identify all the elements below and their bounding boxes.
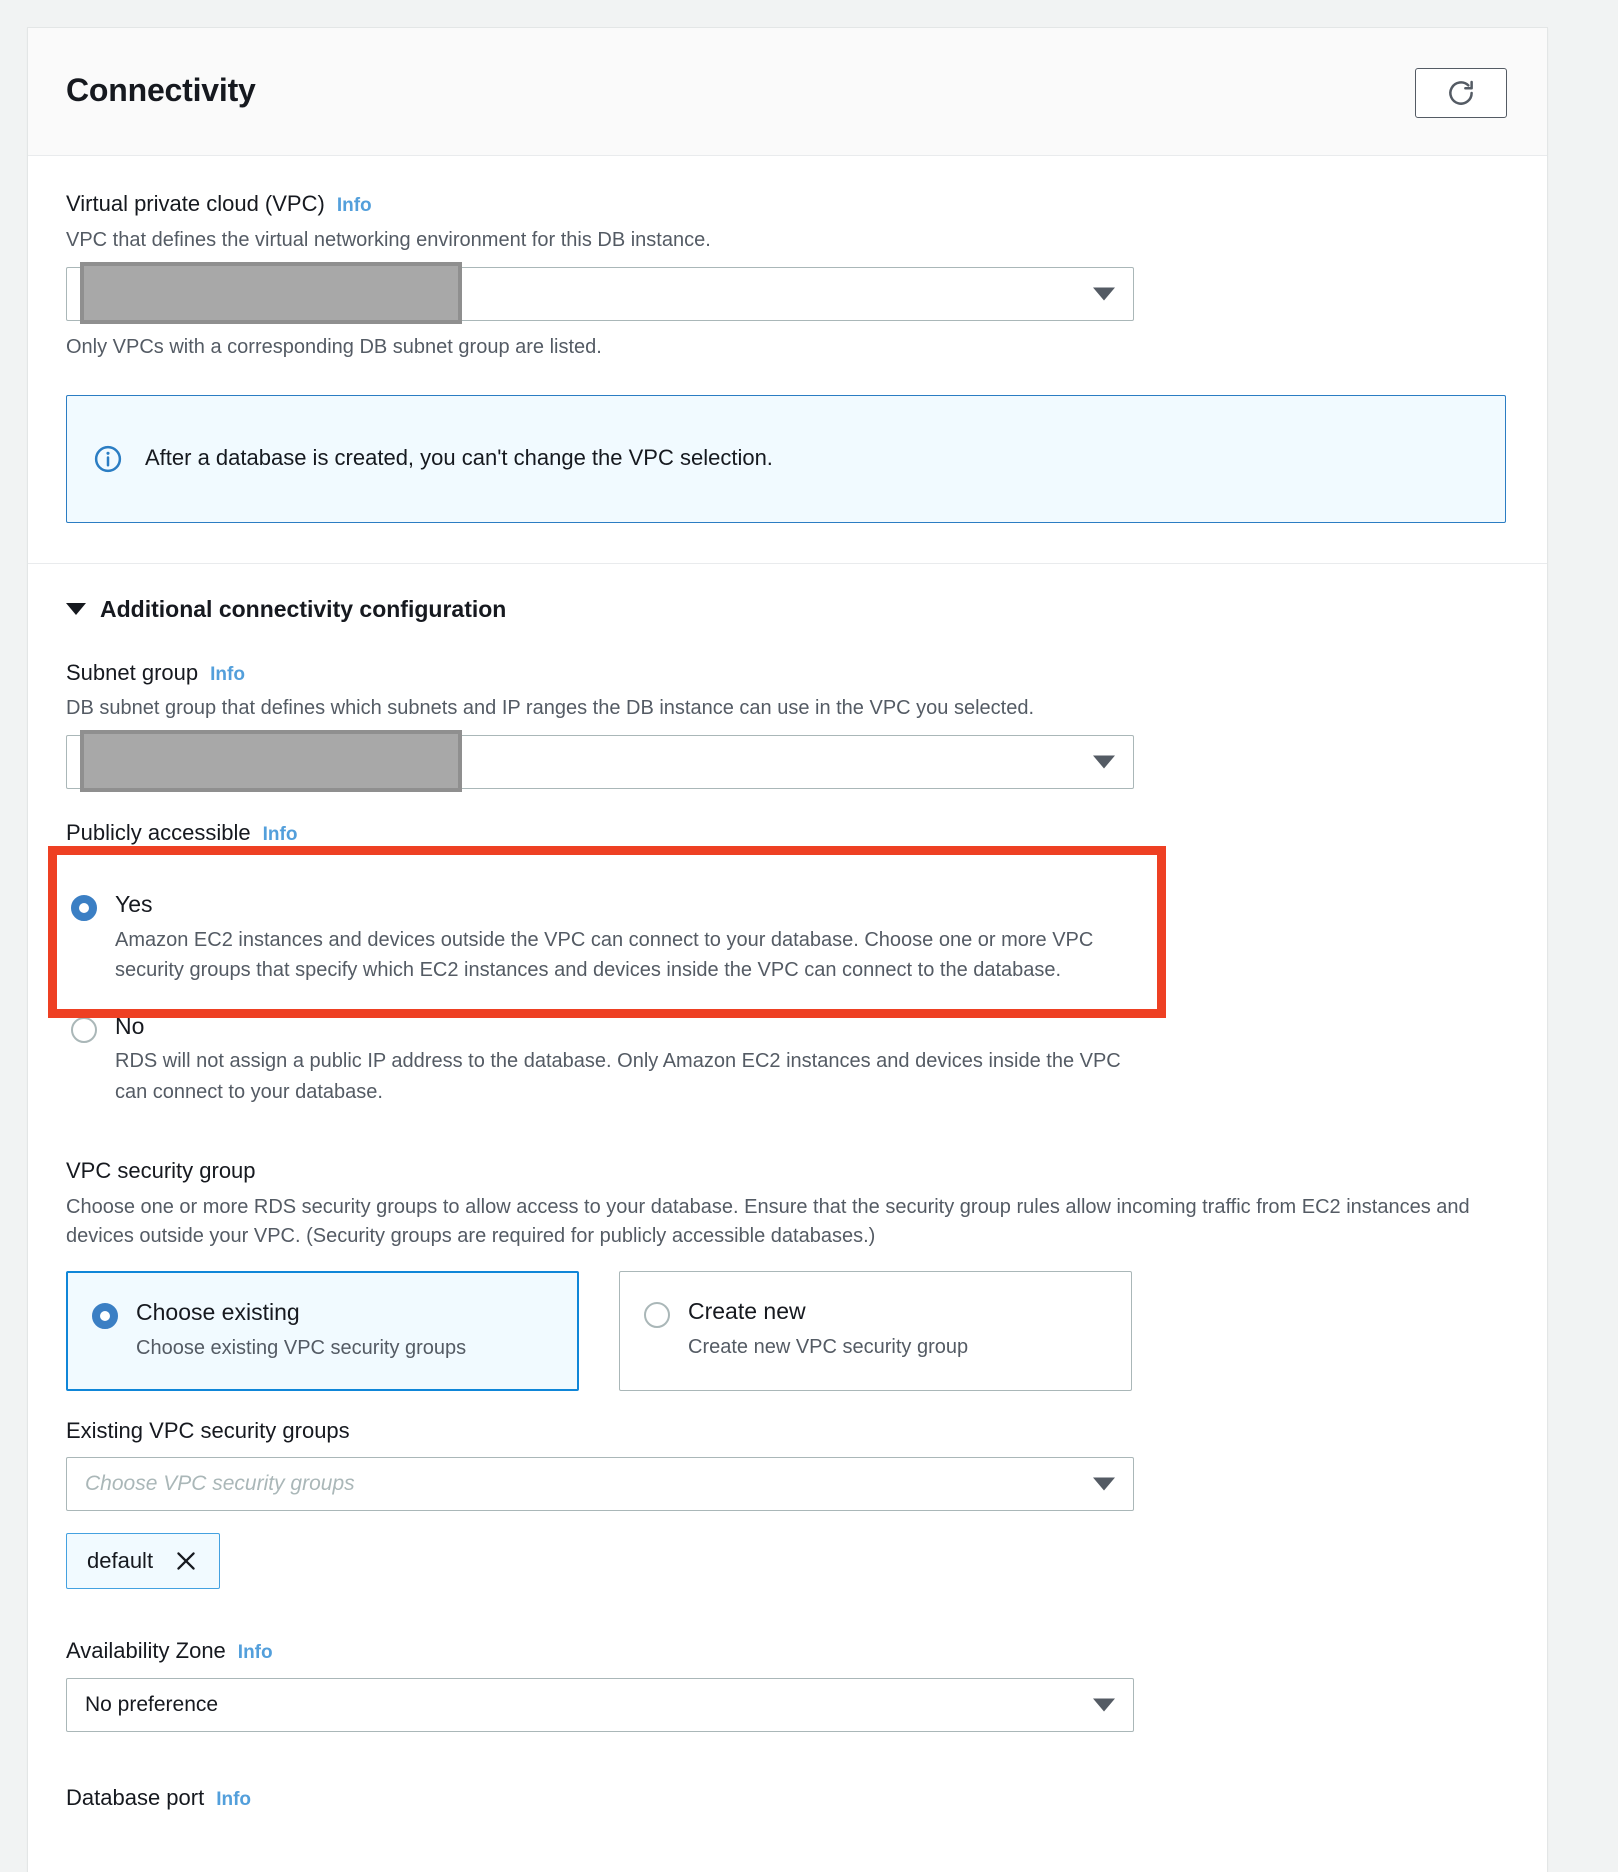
info-circle-icon	[93, 444, 123, 474]
publicly-accessible-field: Publicly accessible Info Yes Amazon EC2 …	[48, 819, 1509, 1108]
subnet-group-redaction-overlay	[80, 730, 462, 793]
vpc-security-group-description: Choose one or more RDS security groups t…	[66, 1195, 1470, 1247]
publicly-accessible-label-row: Publicly accessible Info	[66, 819, 1509, 848]
vpc-alert-text: After a database is created, you can't c…	[145, 445, 773, 471]
availability-zone-value: No preference	[85, 1693, 219, 1716]
vpc-security-group-field: VPC security group Choose one or more RD…	[66, 1157, 1509, 1391]
refresh-icon	[1446, 78, 1476, 108]
vpc-security-group-label: VPC security group	[66, 1158, 256, 1184]
additional-connectivity-heading: Additional connectivity configuration	[100, 595, 507, 622]
database-port-info-link[interactable]: Info	[216, 1788, 251, 1813]
availability-zone-select[interactable]: No preference	[66, 1678, 1134, 1732]
vpc-security-group-tiles: Choose existing Choose existing VPC secu…	[66, 1270, 1509, 1391]
vpc-section: Virtual private cloud (VPC) Info VPC tha…	[28, 156, 1547, 564]
selected-security-group-tokens: default	[66, 1533, 1509, 1590]
vpc-info-alert: After a database is created, you can't c…	[66, 394, 1506, 523]
chevron-down-icon	[66, 603, 86, 616]
chevron-down-icon	[1093, 755, 1115, 769]
radio-no-description: RDS will not assign a public IP address …	[115, 1050, 1121, 1103]
radio-no[interactable]	[71, 1016, 97, 1043]
availability-zone-info-link[interactable]: Info	[238, 1641, 273, 1666]
existing-security-groups-label-row: Existing VPC security groups	[66, 1417, 1509, 1446]
subnet-group-description: DB subnet group that defines which subne…	[66, 697, 1035, 720]
token-default-label: default	[87, 1548, 154, 1574]
radio-no-label: No	[115, 1012, 145, 1039]
subnet-group-info-link[interactable]: Info	[210, 663, 245, 688]
subnet-group-field: Subnet group Info DB subnet group that d…	[66, 659, 1509, 793]
connectivity-panel: Connectivity Virtual private cloud (VPC)…	[27, 27, 1548, 1872]
publicly-accessible-info-link[interactable]: Info	[263, 823, 298, 848]
availability-zone-field: Availability Zone Info No preference	[66, 1637, 1509, 1732]
chevron-down-icon	[1093, 1477, 1115, 1491]
additional-connectivity-section: Additional connectivity configuration Su…	[28, 564, 1547, 1813]
radio-yes-description: Amazon EC2 instances and devices outside…	[115, 928, 1094, 982]
vpc-info-link[interactable]: Info	[337, 194, 372, 219]
tile-choose-existing[interactable]: Choose existing Choose existing VPC secu…	[66, 1270, 579, 1391]
subnet-group-label: Subnet group	[66, 659, 199, 685]
vpc-select[interactable]	[66, 261, 1134, 324]
availability-zone-label: Availability Zone	[66, 1638, 226, 1664]
panel-header: Connectivity	[28, 28, 1547, 156]
existing-security-groups-select[interactable]: Choose VPC security groups	[66, 1457, 1134, 1512]
publicly-accessible-option-no[interactable]: No RDS will not assign a public IP addre…	[66, 1012, 1509, 1108]
vpc-label-row: Virtual private cloud (VPC) Info	[66, 190, 1509, 219]
database-port-field: Database port Info	[66, 1784, 1509, 1813]
chevron-down-icon	[1093, 1698, 1115, 1712]
radio-yes[interactable]	[71, 895, 97, 922]
additional-connectivity-toggle[interactable]: Additional connectivity configuration	[66, 596, 1509, 623]
refresh-button[interactable]	[1415, 68, 1507, 118]
vpc-security-group-label-row: VPC security group	[66, 1157, 1509, 1186]
tile-choose-existing-title: Choose existing	[136, 1298, 300, 1325]
radio-yes-label: Yes	[115, 891, 153, 918]
existing-security-groups-placeholder: Choose VPC security groups	[85, 1472, 355, 1496]
page-title: Connectivity	[66, 72, 256, 108]
database-port-label: Database port	[66, 1785, 205, 1810]
existing-security-groups-field: Existing VPC security groups Choose VPC …	[66, 1417, 1509, 1590]
availability-zone-label-row: Availability Zone Info	[66, 1637, 1509, 1666]
tile-create-new[interactable]: Create new Create new VPC security group	[619, 1270, 1132, 1391]
tile-choose-existing-subtitle: Choose existing VPC security groups	[136, 1337, 467, 1360]
vpc-hint: Only VPCs with a corresponding DB subnet…	[66, 335, 602, 358]
radio-create-new[interactable]	[644, 1301, 670, 1328]
subnet-group-label-row: Subnet group Info	[66, 659, 1509, 688]
vpc-redaction-overlay	[80, 261, 462, 324]
tile-create-new-title: Create new	[688, 1297, 806, 1324]
tile-create-new-subtitle: Create new VPC security group	[688, 1336, 969, 1359]
existing-security-groups-label: Existing VPC security groups	[66, 1417, 350, 1443]
token-default: default	[66, 1533, 221, 1590]
database-port-label-row: Database port Info	[66, 1784, 1509, 1813]
vpc-label: Virtual private cloud (VPC)	[66, 191, 325, 216]
radio-choose-existing[interactable]	[92, 1302, 118, 1329]
subnet-group-select[interactable]	[66, 730, 1134, 793]
publicly-accessible-label: Publicly accessible	[66, 820, 251, 846]
chevron-down-icon	[1093, 287, 1115, 301]
vpc-description: VPC that defines the virtual networking …	[66, 228, 711, 251]
close-x-icon[interactable]	[173, 1548, 199, 1574]
publicly-accessible-option-yes[interactable]: Yes Amazon EC2 instances and devices out…	[66, 890, 1509, 986]
